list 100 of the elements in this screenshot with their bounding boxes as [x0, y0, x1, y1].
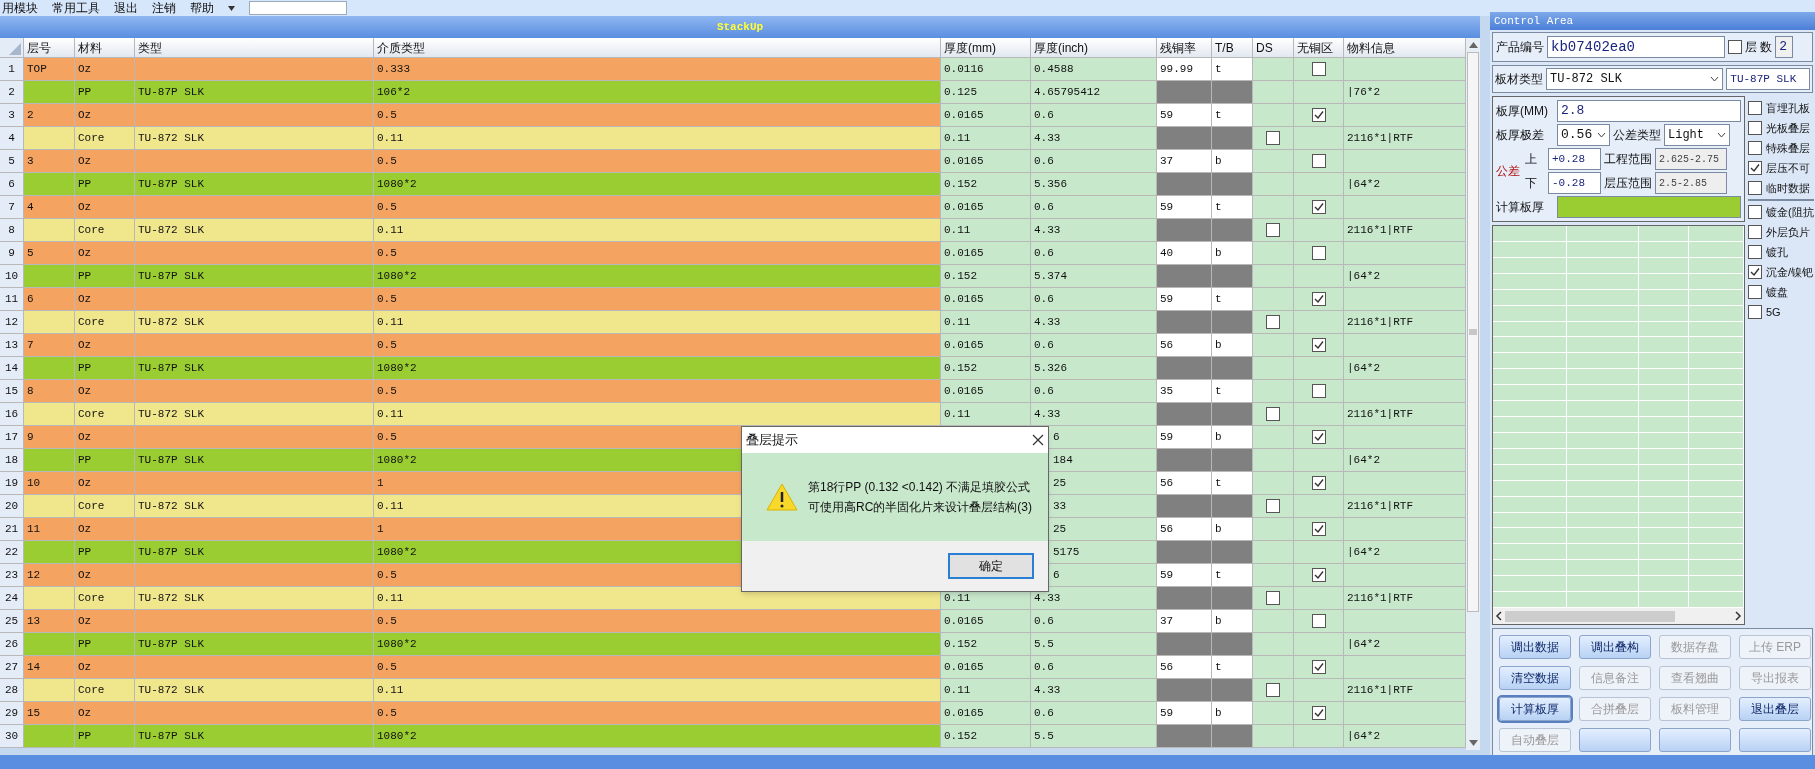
checkbox[interactable] — [1748, 265, 1762, 279]
column-header[interactable]: 物料信息 — [1344, 38, 1466, 58]
input-field[interactable]: -0.28 — [1548, 172, 1601, 194]
column-header[interactable]: 类型 — [135, 38, 374, 58]
table-cell: 0.152 — [941, 357, 1031, 380]
table-cell: PP — [75, 449, 135, 472]
grid-cell — [1689, 528, 1744, 545]
column-header[interactable]: 材料 — [75, 38, 135, 58]
dropdown[interactable]: Light — [1664, 124, 1730, 146]
checkbox[interactable] — [1311, 430, 1326, 444]
dropdown[interactable]: TU-87P SLK — [1726, 68, 1810, 90]
column-header[interactable]: 无铜区 — [1294, 38, 1344, 58]
table-cell: b — [1212, 242, 1253, 265]
dropdown[interactable]: TU-872 SLK — [1546, 68, 1724, 90]
column-header[interactable]: 介质类型 — [374, 38, 941, 58]
checkbox[interactable] — [1728, 40, 1742, 54]
checkbox[interactable] — [1311, 154, 1326, 168]
menu-item[interactable]: 退出 — [114, 0, 138, 17]
checkbox[interactable] — [1748, 225, 1762, 239]
checkbox[interactable] — [1311, 706, 1326, 720]
input-field[interactable]: 2.8 — [1557, 100, 1741, 122]
vertical-scrollbar[interactable] — [1466, 38, 1480, 750]
table-cell: TU-872 SLK — [135, 219, 374, 242]
horizontal-scrollbar[interactable] — [1493, 608, 1744, 624]
menu-item[interactable]: 注销 — [152, 0, 176, 17]
checkbox[interactable] — [1311, 200, 1326, 214]
checkbox[interactable] — [1311, 338, 1326, 352]
action-button[interactable]: 调出叠构 — [1579, 635, 1651, 659]
checkbox[interactable] — [1748, 121, 1762, 135]
input-field[interactable]: 2 — [1775, 36, 1794, 58]
table-cell: 5 — [24, 242, 75, 265]
checkbox[interactable] — [1266, 591, 1280, 605]
menu-item[interactable]: 常用工具 — [52, 0, 100, 17]
table-cell: t — [1212, 380, 1253, 403]
checkbox[interactable] — [1311, 660, 1326, 674]
checkbox[interactable] — [1266, 315, 1280, 329]
action-button[interactable]: 退出叠层 — [1739, 697, 1811, 721]
table-cell: Oz — [75, 104, 135, 127]
grid-cell — [1639, 496, 1689, 513]
grid-cell — [1639, 448, 1689, 465]
close-icon[interactable] — [1032, 434, 1044, 446]
checkbox[interactable] — [1748, 181, 1762, 195]
action-button[interactable]: 计算板厚 — [1499, 697, 1571, 721]
table-cell: 0.0165 — [941, 334, 1031, 357]
checkbox[interactable] — [1748, 101, 1762, 115]
dropdown[interactable]: 0.56 — [1557, 124, 1610, 146]
column-header[interactable]: DS — [1253, 38, 1294, 58]
table-cell: 0.6 — [1031, 288, 1157, 311]
checkbox[interactable] — [1311, 476, 1326, 490]
action-button[interactable]: 清空数据 — [1499, 666, 1571, 690]
column-header[interactable]: T/B — [1212, 38, 1253, 58]
checkbox[interactable] — [1311, 108, 1326, 122]
checkbox[interactable] — [1266, 499, 1280, 513]
table-cell: 0.6 — [1031, 242, 1157, 265]
caret-down-icon[interactable] — [228, 5, 235, 11]
checkbox[interactable] — [1266, 683, 1280, 697]
input-field[interactable]: 2.625-2.75 — [1655, 148, 1727, 170]
checkbox[interactable] — [1266, 223, 1280, 237]
checkbox[interactable] — [1748, 305, 1762, 319]
action-button[interactable]: 调出数据 — [1499, 635, 1571, 659]
table-cell — [1157, 725, 1212, 748]
checkbox[interactable] — [1266, 131, 1280, 145]
checkbox[interactable] — [1311, 292, 1326, 306]
grid-cell — [1689, 257, 1744, 274]
column-header[interactable]: 层号 — [24, 38, 75, 58]
checkbox[interactable] — [1311, 384, 1326, 398]
search-field[interactable] — [249, 1, 347, 15]
table-cell: TU-87P SLK — [135, 173, 374, 196]
field-label: 下 — [1525, 175, 1538, 192]
checkbox[interactable] — [1748, 205, 1762, 219]
checkbox[interactable] — [1311, 62, 1326, 76]
checkbox[interactable] — [1311, 568, 1326, 582]
checkbox[interactable] — [1748, 285, 1762, 299]
input-field[interactable]: kb07402ea0 — [1547, 36, 1725, 58]
scroll-left-icon[interactable] — [1495, 611, 1503, 621]
checkbox[interactable] — [1748, 141, 1762, 155]
column-header[interactable]: 厚度(mm) — [941, 38, 1031, 58]
checkbox[interactable] — [1311, 522, 1326, 536]
table-cell: 7 — [24, 334, 75, 357]
table-cell: |64*2 — [1344, 633, 1466, 656]
menu-item[interactable]: 帮助 — [190, 0, 214, 17]
option-label: 外层负片 — [1766, 224, 1810, 240]
input-field[interactable]: 2.5-2.85 — [1655, 172, 1727, 194]
grid-cell — [1639, 417, 1689, 433]
checkbox[interactable] — [1748, 245, 1762, 259]
column-header[interactable]: 厚度(inch) — [1031, 38, 1157, 58]
column-header[interactable]: 残铜率 — [1157, 38, 1212, 58]
menu-item[interactable]: 用模块 — [2, 0, 38, 17]
option-label: 特殊叠层 — [1766, 140, 1810, 156]
table-cell: 0.0165 — [941, 104, 1031, 127]
checkbox[interactable] — [1311, 614, 1326, 628]
table-cell: 0.11 — [374, 403, 941, 426]
checkbox[interactable] — [1311, 246, 1326, 260]
table-cell — [1157, 449, 1212, 472]
table-cell: 2116*1|RTF — [1344, 679, 1466, 702]
scroll-right-icon[interactable] — [1734, 611, 1742, 621]
checkbox[interactable] — [1266, 407, 1280, 421]
ok-button[interactable]: 确定 — [948, 553, 1034, 579]
checkbox[interactable] — [1748, 161, 1762, 175]
input-field[interactable]: +0.28 — [1548, 148, 1601, 170]
